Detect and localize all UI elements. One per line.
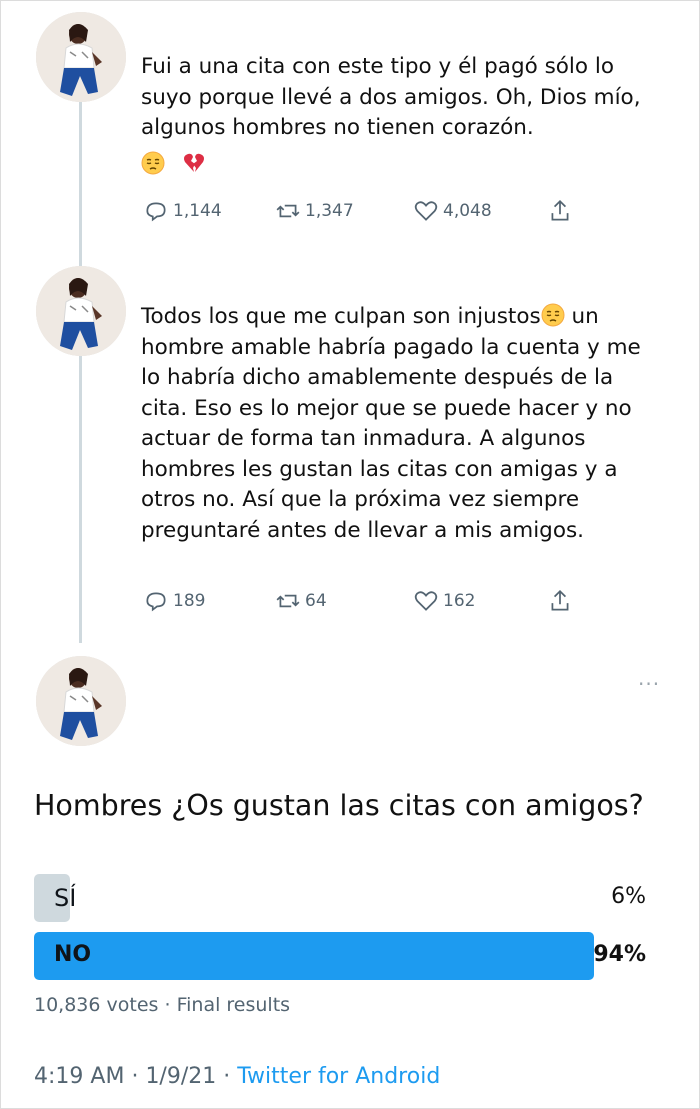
tweet-actions: 189 64 162: [143, 588, 593, 618]
tweet-body-rest: un hombre amable habría pagado la cuenta…: [141, 304, 641, 543]
profile-photo: [36, 656, 126, 746]
retweet-button[interactable]: 64: [275, 588, 327, 614]
tweet-actions: 1,144 1,347 4,048: [143, 198, 593, 228]
poll-option-label: NO: [54, 942, 92, 967]
poll-option-label: SÍ: [54, 884, 77, 912]
like-button[interactable]: 162: [413, 588, 475, 614]
separator: ·: [164, 994, 177, 1016]
poll-option-percent: 6%: [611, 884, 646, 909]
share-icon: [551, 590, 569, 611]
poll-option-no: NO 94%: [34, 932, 654, 980]
share-button[interactable]: [547, 588, 573, 614]
share-icon: [551, 200, 569, 221]
profile-photo: [36, 12, 126, 102]
emoji-row: [141, 150, 661, 182]
tweet-text: Fui a una cita con este tipo y él pagó s…: [141, 52, 661, 182]
reply-icon: [146, 202, 166, 222]
retweet-count: 1,347: [305, 201, 354, 221]
avatar[interactable]: [36, 656, 126, 746]
avatar[interactable]: [36, 12, 126, 102]
like-count: 4,048: [443, 201, 492, 221]
pensive-face-icon: [141, 151, 165, 175]
separator: ·: [131, 1064, 146, 1089]
heart-icon: [414, 201, 438, 221]
poll-status: Final results: [176, 994, 291, 1016]
retweet-icon: [276, 204, 300, 218]
heart-icon: [414, 591, 438, 611]
retweet-button[interactable]: 1,347: [275, 198, 354, 224]
tweet-body-start: Todos los que me culpan son injustos: [141, 304, 541, 329]
retweet-icon: [276, 594, 300, 608]
profile-photo: [36, 266, 126, 356]
poll-option-si: SÍ 6%: [34, 874, 654, 922]
tweet-body: Fui a una cita con este tipo y él pagó s…: [141, 54, 641, 140]
tweet-source-link[interactable]: Twitter for Android: [237, 1064, 440, 1089]
more-options-button[interactable]: ···: [638, 672, 660, 696]
retweet-count: 64: [305, 591, 327, 611]
pensive-face-icon: [541, 303, 565, 327]
thread-line: [79, 95, 82, 643]
reply-button[interactable]: 1,144: [143, 198, 222, 224]
poll-bar: [34, 932, 594, 980]
reply-count: 1,144: [173, 201, 222, 221]
tweet-text: Todos los que me culpan son injustos un …: [141, 302, 661, 546]
vote-count: 10,836 votes: [34, 994, 159, 1016]
poll-option-percent: 94%: [593, 942, 646, 967]
tweet-time: 4:19 AM: [34, 1064, 125, 1089]
like-count: 162: [443, 591, 476, 611]
reply-count: 189: [173, 591, 206, 611]
tweet-footer: 4:19 AM · 1/9/21 · Twitter for Android: [34, 1064, 440, 1089]
separator: ·: [223, 1064, 238, 1089]
avatar[interactable]: [36, 266, 126, 356]
tweet-date[interactable]: 1/9/21: [145, 1064, 216, 1089]
like-button[interactable]: 4,048: [413, 198, 492, 224]
poll-question: Hombres ¿Os gustan las citas con amigos?: [34, 789, 644, 822]
reply-icon: [146, 592, 166, 612]
reply-button[interactable]: 189: [143, 588, 205, 614]
broken-heart-icon: [182, 151, 206, 175]
poll-summary: 10,836 votes · Final results: [34, 994, 290, 1016]
share-button[interactable]: [547, 198, 573, 224]
